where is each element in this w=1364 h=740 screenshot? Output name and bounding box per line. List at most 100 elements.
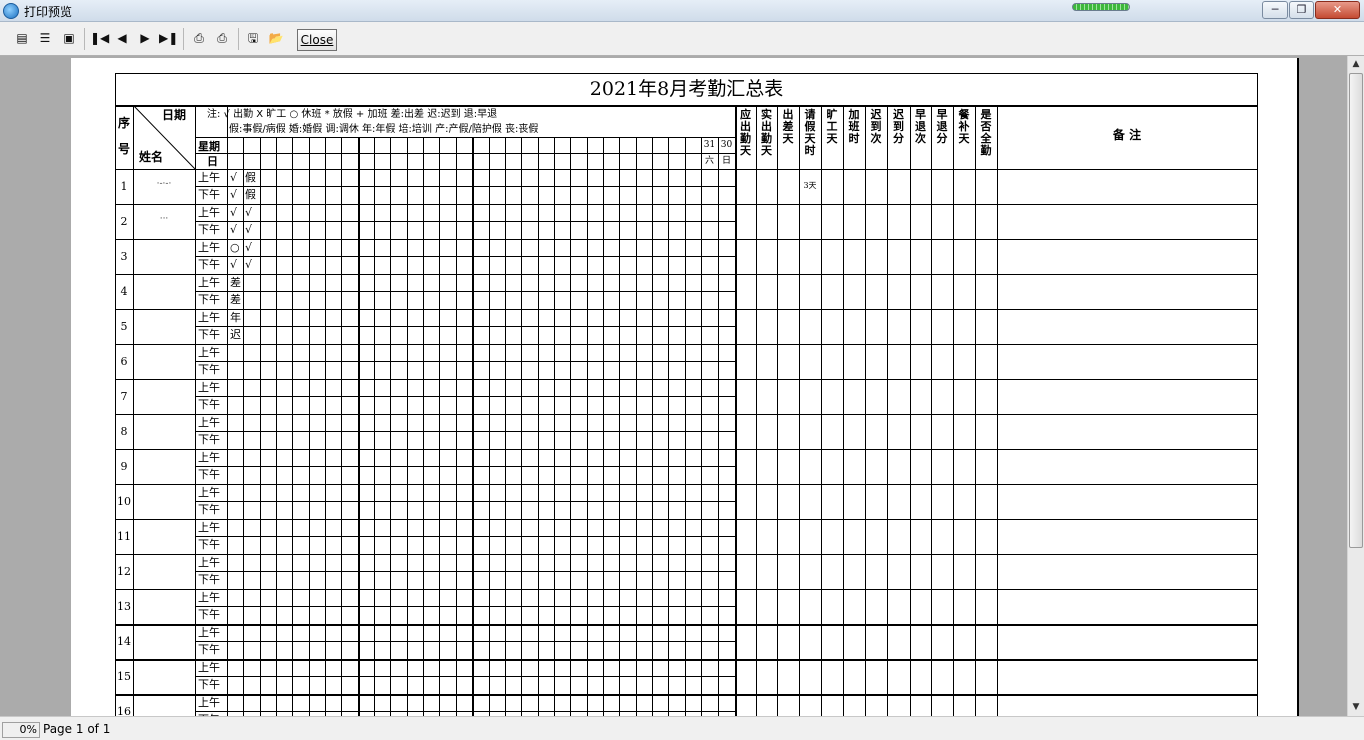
half-row-line	[195, 291, 735, 292]
row-number: 2	[120, 215, 128, 228]
day-column-line	[276, 137, 277, 716]
summary-header: 迟到分	[893, 108, 904, 145]
column-line	[1257, 105, 1258, 716]
toolbar-separator	[84, 28, 85, 50]
am-label: 上午	[198, 416, 220, 429]
prev-page-icon[interactable]: ◀	[113, 29, 131, 47]
row-line	[115, 519, 1257, 520]
row-number: 1	[120, 180, 128, 193]
scroll-thumb[interactable]	[1349, 73, 1363, 548]
half-row-line	[195, 711, 735, 712]
am-label: 上午	[198, 486, 220, 499]
summary-header: 旷工天	[826, 108, 838, 145]
half-row-line	[195, 676, 735, 677]
attendance-mark: 差	[230, 276, 241, 289]
preview-area[interactable]: 2021年8月考勤汇总表序号 日期 姓名 星期日 注: √ 出勤 X 旷工 ○ 休班 *…	[0, 56, 1347, 716]
vertical-scrollbar[interactable]: ▲ ▼	[1347, 56, 1364, 716]
half-row-line	[195, 431, 735, 432]
window-close-button[interactable]: ✕	[1315, 1, 1360, 19]
am-label: 上午	[198, 381, 220, 394]
am-label: 上午	[198, 346, 220, 359]
minimize-button[interactable]: ─	[1262, 1, 1288, 19]
day-31: 31	[703, 140, 716, 150]
pm-label: 下午	[198, 363, 220, 376]
legend-line-2: 假:事假/病假 婚:婚假 调:调休 年:年假 培:培训 产:产假/陪护假 丧:丧…	[229, 124, 539, 135]
row-line	[115, 449, 1257, 450]
pm-label: 下午	[198, 398, 220, 411]
am-label: 上午	[198, 626, 220, 639]
attendance-mark: √	[245, 241, 253, 254]
title-bar: 打印预览 ─ ❐ ✕	[0, 0, 1364, 22]
day-column-line	[619, 137, 620, 716]
next-page-icon[interactable]: ▶	[136, 29, 154, 47]
scroll-up-icon[interactable]: ▲	[1348, 56, 1364, 73]
seq-header-1: 序	[118, 116, 131, 130]
maximize-button[interactable]: ❐	[1289, 1, 1314, 19]
day-column-line	[456, 137, 457, 716]
half-row-line	[195, 571, 735, 572]
row-number: 15	[117, 670, 131, 683]
leave-days: 3天	[803, 181, 817, 190]
single-page-icon[interactable]: ▤	[13, 29, 31, 47]
last-page-icon[interactable]: ▶❚	[159, 29, 178, 47]
pm-label: 下午	[198, 643, 220, 656]
day-column-line	[423, 137, 424, 716]
row-line	[115, 379, 1257, 380]
save-icon[interactable]: 🖫	[244, 29, 262, 47]
day-column-line	[374, 137, 375, 716]
page-indicator: Page 1 of 1	[43, 722, 111, 736]
day-column-line	[407, 137, 408, 716]
row-line	[115, 694, 1257, 696]
pm-label: 下午	[198, 503, 220, 516]
date-header: 日期	[162, 108, 187, 122]
row-number: 7	[120, 390, 128, 403]
summary-header: 是否全勤	[980, 108, 992, 157]
attendance-mark: 差	[230, 293, 241, 306]
first-page-icon[interactable]: ❚◀	[90, 29, 109, 47]
summary-header: 餐补天	[958, 108, 970, 145]
pm-label: 下午	[198, 223, 220, 236]
pm-label: 下午	[198, 608, 220, 621]
am-label: 上午	[198, 276, 220, 289]
half-row-line	[195, 256, 735, 257]
print-page: 2021年8月考勤汇总表序号 日期 姓名 星期日 注: √ 出勤 X 旷工 ○ 休班 *…	[71, 58, 1297, 716]
open-folder-icon[interactable]: 📂	[267, 29, 285, 47]
scroll-down-icon[interactable]: ▼	[1348, 699, 1364, 716]
row-line	[115, 344, 1257, 345]
day-column-line	[668, 137, 669, 716]
attendance-mark: √	[230, 223, 238, 236]
row-number: 16	[117, 705, 131, 716]
app-icon	[3, 3, 19, 19]
row-name: ···	[159, 214, 169, 224]
am-label: 上午	[198, 591, 220, 604]
attendance-mark: √	[245, 258, 253, 271]
day-column-line	[603, 137, 604, 716]
day-column-line	[570, 137, 571, 716]
day-column-line	[309, 137, 310, 716]
fit-page-icon[interactable]: ▣	[60, 29, 78, 47]
close-button[interactable]: Close	[297, 29, 337, 51]
print-icon[interactable]: ⎙	[213, 29, 231, 47]
progress-indicator	[1072, 3, 1130, 11]
toolbar: ▤ ☰ ▣ ❚◀ ◀ ▶ ▶❚ ⎙ ⎙ 🖫 📂	[0, 22, 1364, 56]
half-row-line	[195, 536, 735, 537]
summary-header: 请假天时	[804, 108, 816, 157]
row-number: 5	[120, 320, 128, 333]
half-row-line	[195, 186, 735, 187]
pm-label: 下午	[198, 188, 220, 201]
attendance-mark: √	[230, 258, 238, 271]
half-row-line	[195, 396, 735, 397]
day-label: 日	[207, 155, 218, 168]
row-number: 14	[117, 635, 131, 648]
day-column-line	[701, 137, 702, 716]
day-column-line	[325, 137, 326, 716]
day-column-line	[554, 137, 555, 716]
attendance-mark: √	[230, 171, 238, 184]
day-column-line	[505, 137, 506, 716]
toolbar-separator	[183, 28, 184, 50]
print-setup-icon[interactable]: ⎙	[190, 29, 208, 47]
weekday-31: 六	[704, 156, 714, 166]
attendance-mark: 假	[245, 171, 256, 184]
page-width-icon[interactable]: ☰	[36, 29, 54, 47]
row-name: ·-·-·	[156, 179, 172, 189]
